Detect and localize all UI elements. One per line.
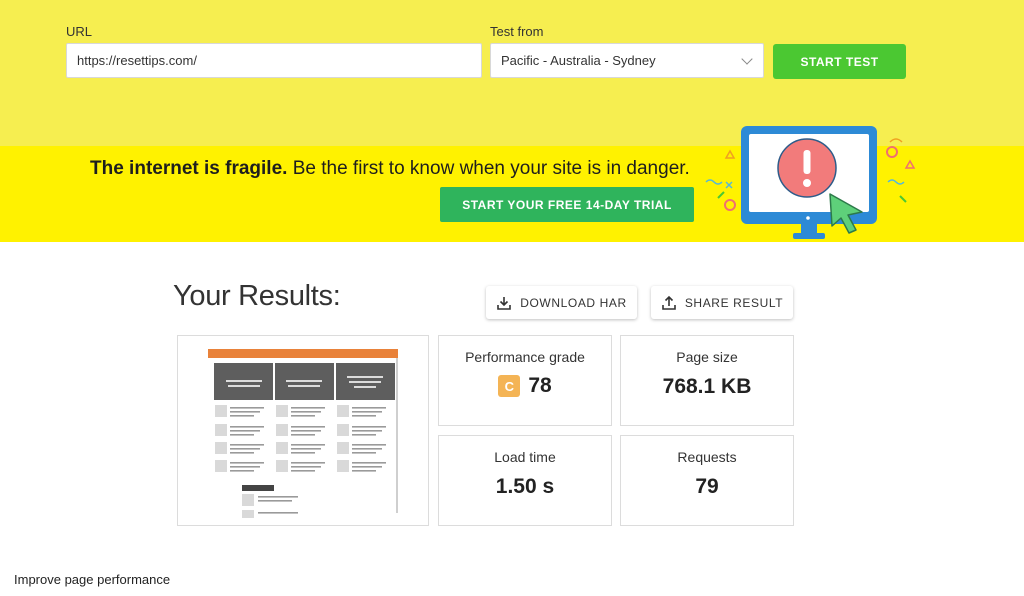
- page-screenshot-thumbnail[interactable]: [177, 335, 429, 526]
- chevron-down-icon: [741, 52, 753, 65]
- download-icon: [497, 296, 512, 310]
- load-time-label: Load time: [494, 449, 556, 465]
- page-size-label: Page size: [676, 349, 738, 365]
- page-screenshot-image: [208, 349, 398, 518]
- promo-message: The internet is fragile. Be the first to…: [90, 158, 690, 180]
- alert-monitor-illustration: [705, 126, 916, 239]
- test-location-value: Pacific - Australia - Sydney: [501, 53, 656, 68]
- test-from-label: Test from: [490, 24, 544, 39]
- page-size-value: 768.1 KB: [662, 375, 752, 398]
- improve-performance-heading: Improve page performance: [14, 572, 171, 587]
- requests-value: 79: [695, 475, 719, 498]
- url-label: URL: [66, 24, 93, 39]
- performance-grade-label: Performance grade: [465, 349, 585, 365]
- download-har-button[interactable]: DOWNLOAD HAR: [486, 286, 637, 319]
- requests-card: Requests 79: [620, 435, 794, 526]
- start-test-button[interactable]: START TEST: [773, 44, 906, 79]
- grade-letter-badge: C: [498, 375, 521, 397]
- promo-bold-text: The internet is fragile.: [90, 158, 288, 179]
- free-trial-button[interactable]: START YOUR FREE 14-DAY TRIAL: [440, 187, 694, 222]
- promo-rest-text: Be the first to know when your site is i…: [287, 158, 690, 179]
- results-title: Your Results:: [173, 280, 341, 312]
- download-har-label: DOWNLOAD HAR: [520, 295, 627, 310]
- test-location-select[interactable]: Pacific - Australia - Sydney: [490, 43, 764, 78]
- share-result-label: SHARE RESULT: [684, 295, 784, 310]
- performance-grade-value: 78: [528, 374, 552, 397]
- share-icon: [662, 295, 676, 310]
- url-input[interactable]: [66, 43, 482, 78]
- load-time-value: 1.50 s: [495, 475, 555, 498]
- load-time-card: Load time 1.50 s: [438, 435, 612, 526]
- page-size-card: Page size 768.1 KB: [620, 335, 794, 426]
- performance-grade-card: Performance grade C 78: [438, 335, 612, 426]
- requests-label: Requests: [677, 449, 737, 465]
- share-result-button[interactable]: SHARE RESULT: [651, 286, 793, 319]
